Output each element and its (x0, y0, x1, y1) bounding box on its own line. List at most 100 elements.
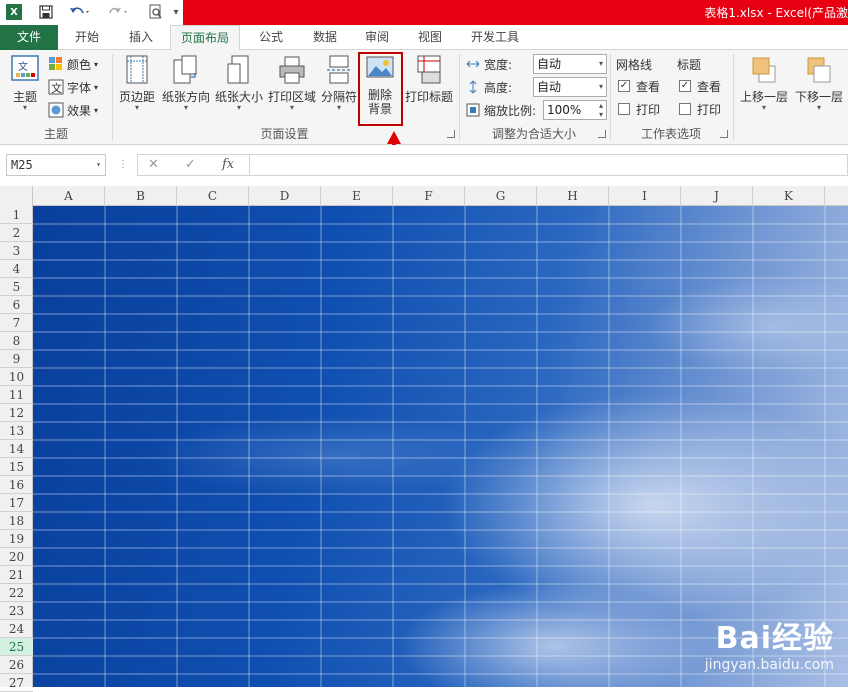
scale-launcher-icon[interactable] (598, 130, 606, 138)
title-bar: X ▾ 表格1.xlsx - Excel(产品激 (0, 0, 848, 25)
column-header[interactable]: K (753, 186, 825, 206)
column-header[interactable]: H (537, 186, 609, 206)
send-backward-button[interactable]: 下移一层 ▾ (792, 54, 846, 112)
ribbon-tabs: 文件 开始 插入 页面布局 公式 数据 审阅 视图 开发工具 (0, 25, 848, 51)
row-header[interactable]: 3 (0, 242, 33, 260)
save-icon[interactable] (36, 2, 56, 22)
column-header[interactable]: E (321, 186, 393, 206)
row-header[interactable]: 26 (0, 656, 33, 674)
row-header[interactable]: 27 (0, 674, 33, 692)
row-header[interactable]: 19 (0, 530, 33, 548)
sheet-options-launcher-icon[interactable] (720, 130, 728, 138)
page-setup-group-label: 页面设置 (260, 127, 309, 141)
row-header[interactable]: 24 (0, 620, 33, 638)
row-header[interactable]: 10 (0, 368, 33, 386)
row-header[interactable]: 7 (0, 314, 33, 332)
undo-icon[interactable] (66, 2, 94, 22)
row-header[interactable]: 5 (0, 278, 33, 296)
orientation-button[interactable]: 纸张方向 ▾ (160, 54, 212, 112)
row-header[interactable]: 8 (0, 332, 33, 350)
column-header[interactable]: D (249, 186, 321, 206)
tab-formulas[interactable]: 公式 (246, 25, 296, 50)
row-header[interactable]: 6 (0, 296, 33, 314)
tab-view[interactable]: 视图 (405, 25, 455, 50)
gridlines-print-checkbox[interactable]: 打印 (618, 100, 660, 118)
cell-grid-background[interactable]: Bai经验 jingyan.baidu.com (33, 206, 848, 687)
headings-view-checkbox[interactable]: ✓ 查看 (679, 77, 721, 95)
themes-group-label: 主题 (43, 127, 68, 141)
fonts-icon: 文 (48, 79, 64, 95)
height-select[interactable]: 自动 ▾ (533, 77, 607, 97)
insert-function-icon[interactable]: fx (222, 154, 234, 176)
row-header[interactable]: 2 (0, 224, 33, 242)
effects-icon (48, 102, 64, 118)
row-header[interactable]: 18 (0, 512, 33, 530)
scale-label: 缩放比例: (465, 100, 536, 120)
row-header[interactable]: 13 (0, 422, 33, 440)
row-header[interactable]: 15 (0, 458, 33, 476)
row-header[interactable]: 4 (0, 260, 33, 278)
page-setup-launcher-icon[interactable] (447, 130, 455, 138)
theme-fonts-button[interactable]: 文 字体 ▾ (48, 77, 98, 97)
redo-icon[interactable] (104, 2, 132, 22)
excel-app-icon[interactable]: X (4, 2, 24, 22)
row-header[interactable]: 16 (0, 476, 33, 494)
breaks-icon (324, 54, 354, 86)
print-area-button[interactable]: 打印区域 ▾ (266, 54, 318, 112)
bring-forward-button[interactable]: 上移一层 ▾ (737, 54, 791, 112)
theme-effects-button[interactable]: 效果 ▾ (48, 100, 98, 120)
name-box[interactable]: M25 ▾ (6, 154, 106, 176)
headings-heading: 标题 (677, 57, 702, 72)
delete-background-highlight (358, 52, 403, 126)
baidu-watermark: Bai经验 jingyan.baidu.com (704, 621, 834, 673)
column-headers: ABCDEFGHIJK (0, 186, 848, 206)
gridlines-view-checkbox[interactable]: ✓ 查看 (618, 77, 660, 95)
column-header[interactable]: G (465, 186, 537, 206)
svg-text:文: 文 (51, 81, 62, 95)
row-header[interactable]: 23 (0, 602, 33, 620)
row-header[interactable]: 9 (0, 350, 33, 368)
row-header[interactable]: 17 (0, 494, 33, 512)
themes-button[interactable]: 文 主题 ▾ (6, 54, 44, 112)
column-header[interactable]: A (33, 186, 105, 206)
print-titles-button[interactable]: 打印标题 (403, 54, 455, 104)
row-header[interactable]: 21 (0, 566, 33, 584)
chevron-down-icon: ▾ (96, 160, 101, 169)
print-preview-icon[interactable] (146, 2, 166, 22)
row-header[interactable]: 11 (0, 386, 33, 404)
tab-home[interactable]: 开始 (62, 25, 112, 50)
column-header[interactable]: J (681, 186, 753, 206)
printer-icon (277, 54, 307, 86)
ribbon: 文 主题 ▾ 颜色 ▾ 文 字体 ▾ 效果 ▾ 主题 页边距 ▾ 纸张方向 ▾ 纸张大… (0, 50, 848, 145)
row-header[interactable]: 1 (0, 206, 33, 224)
column-header[interactable]: F (393, 186, 465, 206)
width-select[interactable]: 自动 ▾ (533, 54, 607, 74)
row-header[interactable]: 25 (0, 638, 33, 656)
row-header[interactable]: 20 (0, 548, 33, 566)
select-all-corner[interactable] (0, 186, 33, 206)
scale-stepper[interactable]: 100% ▴ ▾ (543, 100, 607, 120)
theme-colors-button[interactable]: 颜色 ▾ (48, 54, 98, 74)
row-header[interactable]: 14 (0, 440, 33, 458)
row-header[interactable]: 12 (0, 404, 33, 422)
tab-data[interactable]: 数据 (300, 25, 350, 50)
tab-file[interactable]: 文件 (0, 25, 58, 50)
column-header[interactable]: I (609, 186, 681, 206)
breaks-button[interactable]: 分隔符 ▾ (319, 54, 359, 112)
customize-qat-icon[interactable]: ▾ (170, 2, 182, 22)
tab-developer[interactable]: 开发工具 (458, 25, 532, 50)
margins-button[interactable]: 页边距 ▾ (116, 54, 158, 112)
formula-input[interactable] (250, 154, 848, 176)
width-icon (465, 56, 481, 72)
paper-size-button[interactable]: 纸张大小 ▾ (213, 54, 265, 112)
tab-review[interactable]: 审阅 (352, 25, 402, 50)
column-header[interactable]: C (177, 186, 249, 206)
column-header[interactable]: B (105, 186, 177, 206)
paper-size-icon (224, 54, 254, 86)
enter-icon[interactable]: ✓ (185, 154, 196, 176)
tab-page-layout[interactable]: 页面布局 (170, 25, 240, 51)
row-header[interactable]: 22 (0, 584, 33, 602)
tab-insert[interactable]: 插入 (116, 25, 166, 50)
headings-print-checkbox[interactable]: 打印 (679, 100, 721, 118)
cancel-icon[interactable]: ✕ (148, 154, 159, 176)
